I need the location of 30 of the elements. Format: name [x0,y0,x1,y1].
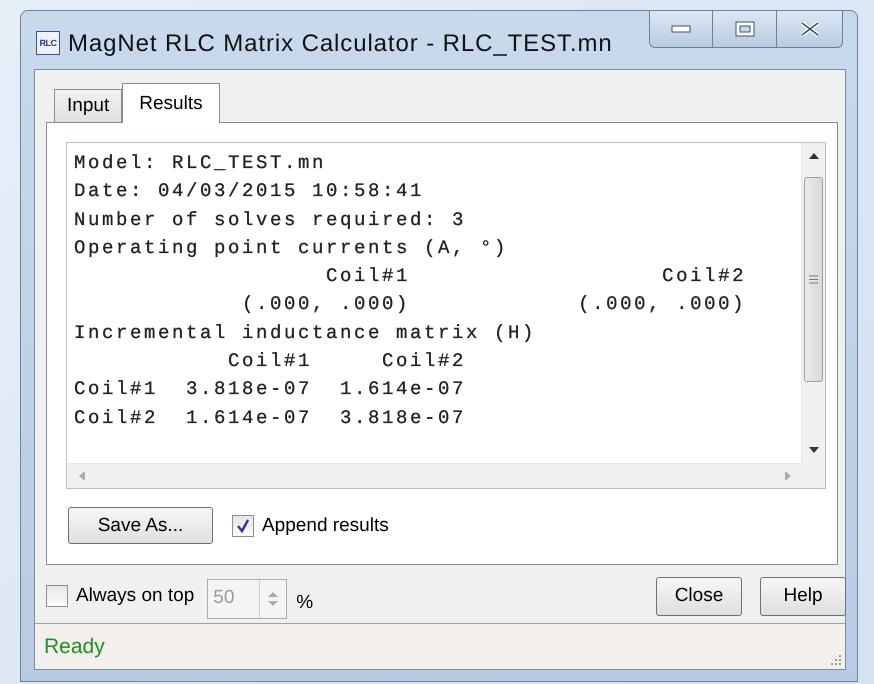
window-title: MagNet RLC Matrix Calculator - RLC_TEST.mn [68,30,613,58]
grip-icon [809,275,818,284]
minimize-button[interactable] [649,11,713,48]
tab[interactable]: Results [122,83,220,123]
results-text: Model: RLC_TEST.mn Date: 04/03/2015 10:58:41 Number of solves required: 3 Operating point currents (A, °) Coil#1 Coil#2 (.000, .000) (.000, .000) Incremental inductance matrix (H) Coil#1 Coil#2 Coil#1 3.818e-07 1.614e-07 Coil#2 1.614e-07 3.818e-07 [73,151,748,431]
status-text: Ready [44,634,105,658]
maximize-icon [734,21,754,37]
scroll-right-icon[interactable] [785,471,791,481]
checkbox-label: Always on top [76,585,194,607]
resize-grip-icon[interactable] [828,652,842,666]
scroll-left-icon[interactable] [79,471,85,481]
app-icon: RLC [36,31,60,55]
scroll-thumb[interactable] [804,177,823,382]
checkmark-icon [235,518,251,534]
checkbox-label: Append results [262,514,389,536]
percent-label: % [296,592,314,614]
minimize-icon [671,25,691,33]
maximize-button[interactable] [713,11,777,48]
scroll-down-icon[interactable] [808,447,818,453]
checkbox[interactable] [46,585,68,607]
help-button[interactable]: Help [760,576,846,616]
scroll-up-icon[interactable] [808,153,818,159]
vertical-scrollbar[interactable] [801,143,825,463]
save-as-button[interactable]: Save As... [68,507,213,544]
checkbox[interactable] [232,514,254,536]
close-button[interactable] [777,11,843,48]
tab[interactable]: Input [54,89,122,122]
close-dialog-button[interactable]: Close [656,576,742,616]
close-icon [798,21,820,37]
horizontal-scrollbar[interactable] [67,463,801,488]
